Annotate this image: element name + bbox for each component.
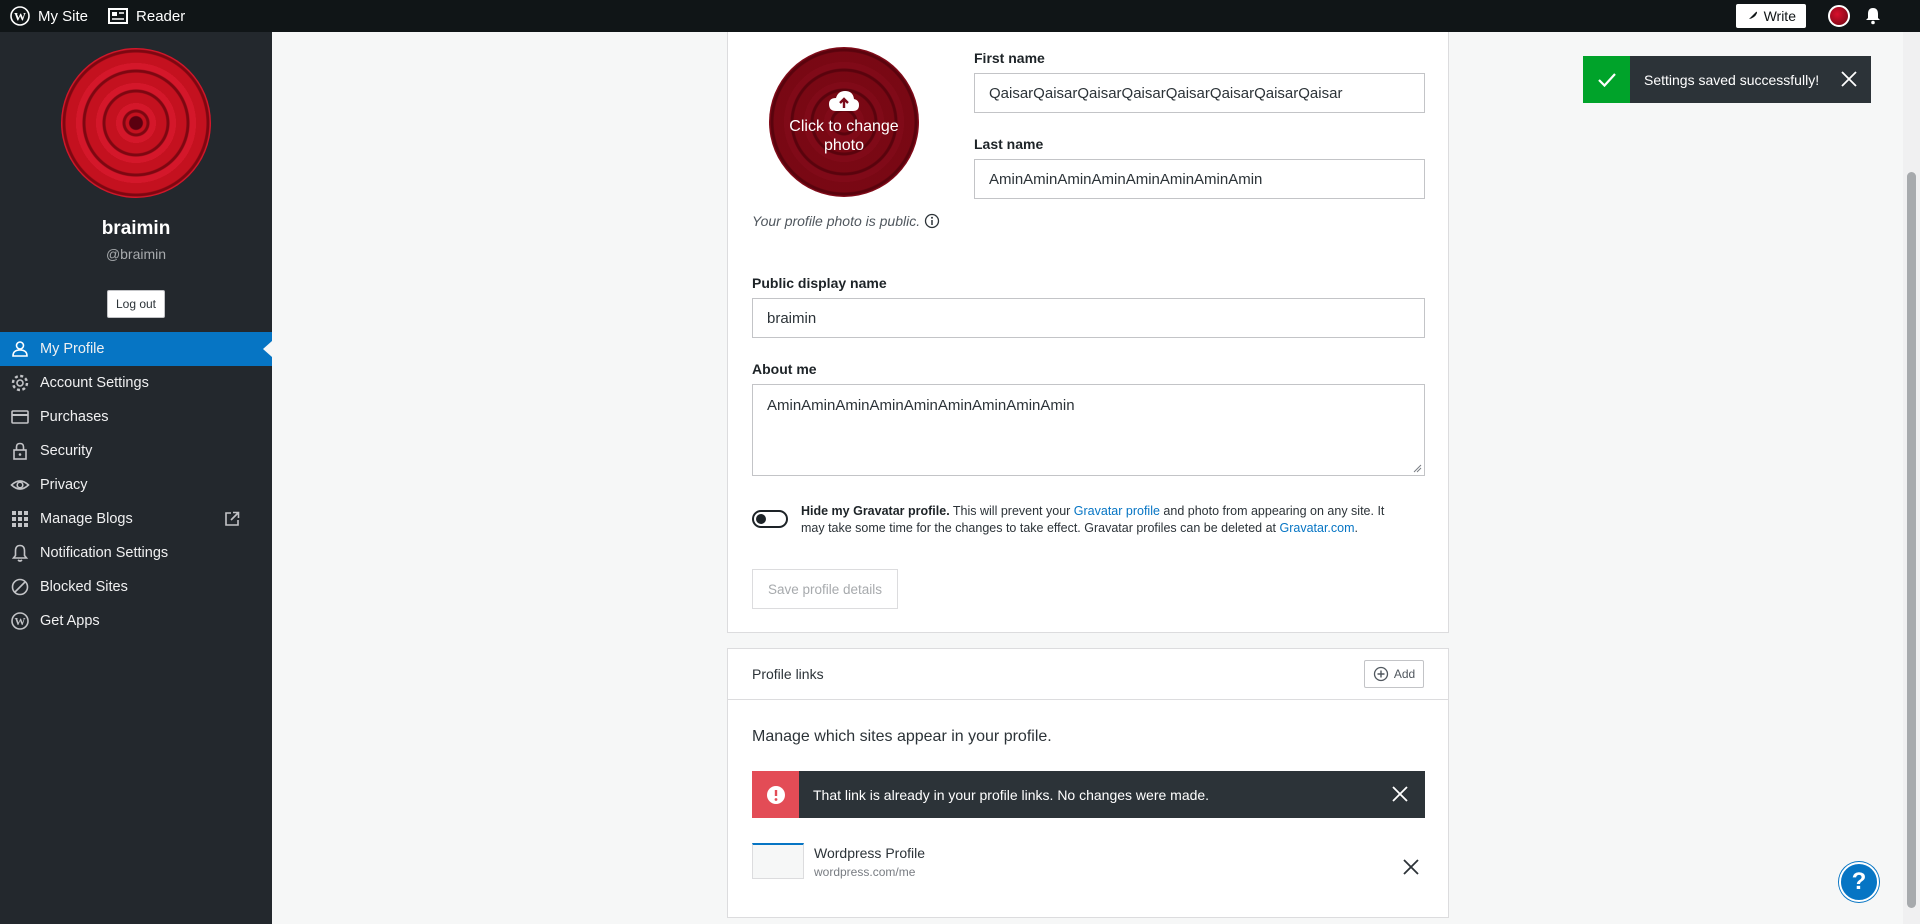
svg-text:W: W <box>15 616 26 628</box>
cloud-upload-icon <box>829 91 859 111</box>
error-icon <box>752 771 799 818</box>
help-button[interactable]: ? <box>1839 862 1879 902</box>
block-icon <box>11 578 29 596</box>
svg-text:W: W <box>14 10 26 24</box>
gravatar-profile-link[interactable]: Gravatar profile <box>1074 504 1160 518</box>
error-message: That link is already in your profile lin… <box>813 786 1210 803</box>
notifications-bell-icon[interactable] <box>1864 7 1882 25</box>
sidebar-item-label: Manage Blogs <box>40 511 133 527</box>
manage-links-text: Manage which sites appear in your profil… <box>752 728 1052 745</box>
profile-avatar <box>61 48 211 198</box>
write-label: Write <box>1763 8 1796 24</box>
sidebar-item-label: Get Apps <box>40 613 100 629</box>
person-icon <box>12 341 28 357</box>
about-me-field[interactable]: AminAminAminAminAminAminAminAminAmin <box>752 384 1425 476</box>
sidebar-item-manage-blogs[interactable]: Manage Blogs <box>0 502 272 536</box>
reader-label: Reader <box>136 7 186 25</box>
my-site-label: My Site <box>38 7 89 25</box>
user-avatar[interactable] <box>1828 5 1850 27</box>
photo-public-note: Your profile photo is public. <box>752 213 940 229</box>
change-photo-label: Click to change photo <box>789 118 899 154</box>
profile-links-header: Profile links Add <box>728 649 1448 700</box>
profile-links-title: Profile links <box>752 666 824 682</box>
credit-card-icon <box>11 410 29 424</box>
gear-icon <box>11 374 29 392</box>
profile-name: braimin <box>101 218 171 239</box>
write-button[interactable]: Write <box>1735 4 1806 28</box>
display-name-field[interactable]: braimin <box>752 298 1425 338</box>
profile-links-card: Profile links Add Manage which sites app… <box>727 648 1449 918</box>
bell-icon <box>11 544 29 562</box>
display-name-label: Public display name <box>752 275 887 291</box>
error-notice: That link is already in your profile lin… <box>752 771 1425 818</box>
sidebar-item-label: My Profile <box>40 341 105 357</box>
photo-note-text: Your profile photo is public. <box>752 213 921 229</box>
change-photo-button[interactable]: Click to change photo <box>769 47 919 197</box>
masterbar: W My Site Reader Write <box>0 0 1920 32</box>
lock-icon <box>13 442 27 460</box>
sidebar-item-privacy[interactable]: Privacy <box>0 468 272 502</box>
about-me-text: AminAminAminAminAminAminAminAminAmin <box>767 397 1075 414</box>
last-name-field[interactable]: AminAminAminAminAminAminAminAmin <box>974 159 1425 199</box>
info-icon[interactable] <box>924 213 940 229</box>
hide-gravatar-toggle[interactable] <box>752 510 788 528</box>
remove-link-icon[interactable] <box>1402 858 1420 876</box>
eye-icon <box>10 480 30 490</box>
my-site-link[interactable]: W My Site <box>0 0 98 32</box>
profile-card: Click to change photo Your profile photo… <box>727 32 1449 633</box>
first-name-field[interactable]: QaisarQaisarQaisarQaisarQaisarQaisarQais… <box>974 73 1425 113</box>
checkmark-icon <box>1583 56 1630 103</box>
first-name-label: First name <box>974 50 1045 66</box>
sidebar-item-my-profile[interactable]: My Profile <box>0 332 272 366</box>
profile-link-name[interactable]: Wordpress Profile <box>814 845 925 861</box>
reader-icon <box>108 8 129 24</box>
sidebar-item-account-settings[interactable]: Account Settings <box>0 366 272 400</box>
scrollbar-thumb[interactable] <box>1907 172 1916 908</box>
last-name-label: Last name <box>974 136 1044 152</box>
add-link-label: Add <box>1393 667 1416 681</box>
sidebar-item-label: Blocked Sites <box>40 579 128 595</box>
success-toast: Settings saved successfully! <box>1583 56 1871 103</box>
external-link-icon <box>225 511 240 526</box>
sidebar-item-label: Privacy <box>40 477 88 493</box>
profile-link-url: wordpress.com/me <box>814 865 916 879</box>
sidebar-item-label: Security <box>40 443 93 459</box>
sidebar-item-label: Purchases <box>40 409 109 425</box>
sidebar-item-blocked-sites[interactable]: Blocked Sites <box>0 570 272 604</box>
close-icon[interactable] <box>1391 785 1409 803</box>
sidebar-nav: My Profile Account Settings Purchases Se… <box>0 332 272 638</box>
profile-handle: @braimin <box>105 246 167 262</box>
scrollbar[interactable] <box>1903 32 1920 924</box>
about-me-label: About me <box>752 361 817 377</box>
sidebar-item-label: Account Settings <box>40 375 149 391</box>
close-icon[interactable] <box>1839 69 1859 89</box>
reader-link[interactable]: Reader <box>98 0 195 32</box>
feather-icon <box>1746 11 1757 21</box>
link-thumbnail <box>752 843 804 879</box>
resize-grip-icon[interactable] <box>1413 464 1422 473</box>
sidebar-item-security[interactable]: Security <box>0 434 272 468</box>
toast-message: Settings saved successfully! <box>1644 71 1820 88</box>
logout-button[interactable]: Log out <box>106 290 166 318</box>
wordpress-icon: W <box>10 6 30 26</box>
hide-text-part: This will prevent your <box>949 504 1074 518</box>
wordpress-icon: W <box>11 612 29 630</box>
hide-text-part: . <box>1354 521 1359 535</box>
hide-gravatar-description: Hide my Gravatar profile. This will prev… <box>801 503 1406 537</box>
grid-icon <box>12 511 28 527</box>
plus-circle-icon <box>1373 666 1388 682</box>
save-profile-button[interactable]: Save profile details <box>752 569 898 609</box>
gravatar-com-link[interactable]: Gravatar.com <box>1280 521 1355 535</box>
sidebar-item-label: Notification Settings <box>40 545 169 561</box>
hide-gravatar-title: Hide my Gravatar profile. <box>801 504 950 518</box>
sidebar-item-notification-settings[interactable]: Notification Settings <box>0 536 272 570</box>
sidebar-item-get-apps[interactable]: W Get Apps <box>0 604 272 638</box>
sidebar: braimin @braimin Log out My Profile Acco… <box>0 32 272 924</box>
sidebar-item-purchases[interactable]: Purchases <box>0 400 272 434</box>
add-link-button[interactable]: Add <box>1364 660 1424 688</box>
